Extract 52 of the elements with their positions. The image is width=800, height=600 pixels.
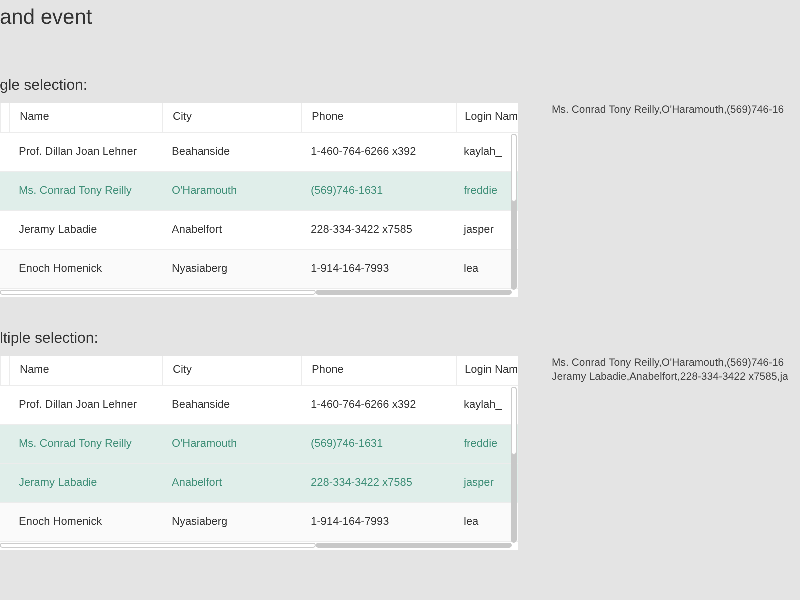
output-line: Ms. Conrad Tony Reilly,O'Haramouth,(569)746-16 [552, 103, 784, 117]
column-header[interactable]: City [162, 103, 301, 132]
vertical-scrollbar-thumb[interactable] [511, 387, 517, 455]
output-line: Jeramy Labadie,Anabelfort,228-334-3422 x7585,ja [552, 370, 788, 384]
grid-row[interactable]: Enoch Homenick Nyasiaberg 1-914-164-7993 lea [0, 503, 518, 542]
table-cell-text: (569)746-1631 [310, 184, 384, 199]
table-cell-text: Beahanside [171, 144, 232, 160]
table-cell-text: 228-334-3422 x7585 [310, 222, 414, 238]
table-cell-text: kaylah_ [463, 398, 503, 413]
table-cell-text: O'Haramouth [171, 436, 238, 452]
column-header[interactable]: Login Nam [456, 356, 518, 385]
table-cell-text: Nyasiaberg [171, 262, 229, 277]
table-cell-text: Nyasiaberg [171, 514, 229, 530]
table-cell-text: Ms. Conrad Tony Reilly [18, 184, 133, 199]
table-cell-text: lea [463, 262, 480, 277]
table-cell-text: 1-460-764-6266 x392 [310, 398, 418, 413]
table-cell-text: Beahanside [171, 398, 232, 413]
table-cell-text: jasper [462, 476, 495, 491]
column-header[interactable]: Name [9, 356, 162, 385]
table-cell-text: Prof. Dillan Joan Lehner [18, 398, 138, 413]
table-cell-text: 1-914-164-7993 [310, 262, 390, 277]
column-header[interactable]: Name [9, 103, 162, 132]
column-header[interactable]: Phone [301, 356, 456, 385]
horizontal-scrollbar-thumb[interactable] [0, 290, 316, 295]
vertical-scrollbar-thumb[interactable] [511, 134, 517, 202]
grid-row[interactable]: Enoch Homenick Nyasiaberg 1-914-164-7993 lea [0, 250, 518, 289]
table-cell-text: 1-460-764-6266 x392 [310, 144, 418, 160]
table-cell-text: 228-334-3422 x7585 [310, 476, 414, 491]
table-cell-text: Anabelfort [171, 476, 224, 491]
column-header[interactable]: Login Nam [456, 103, 518, 132]
column-header[interactable]: Phone [301, 103, 456, 132]
table-cell-text: Jeramy Labadie [18, 476, 98, 491]
table-cell-text: jasper [462, 222, 495, 238]
table-cell-text: lea [463, 514, 480, 530]
output-line: Ms. Conrad Tony Reilly,O'Haramouth,(569)746-16 [552, 356, 786, 370]
table-cell-text: Prof. Dillan Joan Lehner [18, 144, 138, 160]
table-cell-text: Jeramy Labadie [18, 222, 98, 238]
table-cell-text: freddie [463, 184, 499, 199]
table-cell-text: Enoch Homenick [18, 514, 104, 530]
table-cell-text: Anabelfort [171, 222, 224, 238]
horizontal-scrollbar-thumb[interactable] [0, 543, 316, 548]
section-label: gle selection: [0, 78, 89, 93]
table-cell-text: Ms. Conrad Tony Reilly [18, 436, 133, 452]
table-cell-text: Enoch Homenick [18, 262, 104, 277]
page-title: and event [0, 5, 94, 31]
table-cell-text: kaylah_ [463, 144, 503, 160]
column-header[interactable]: City [162, 356, 301, 385]
table-cell-text: (569)746-1631 [310, 436, 384, 452]
table-cell-text: 1-914-164-7993 [310, 514, 390, 530]
table-cell-text: O'Haramouth [171, 184, 238, 199]
section-label: ltiple selection: [0, 331, 100, 346]
table-cell-text: freddie [463, 436, 499, 452]
